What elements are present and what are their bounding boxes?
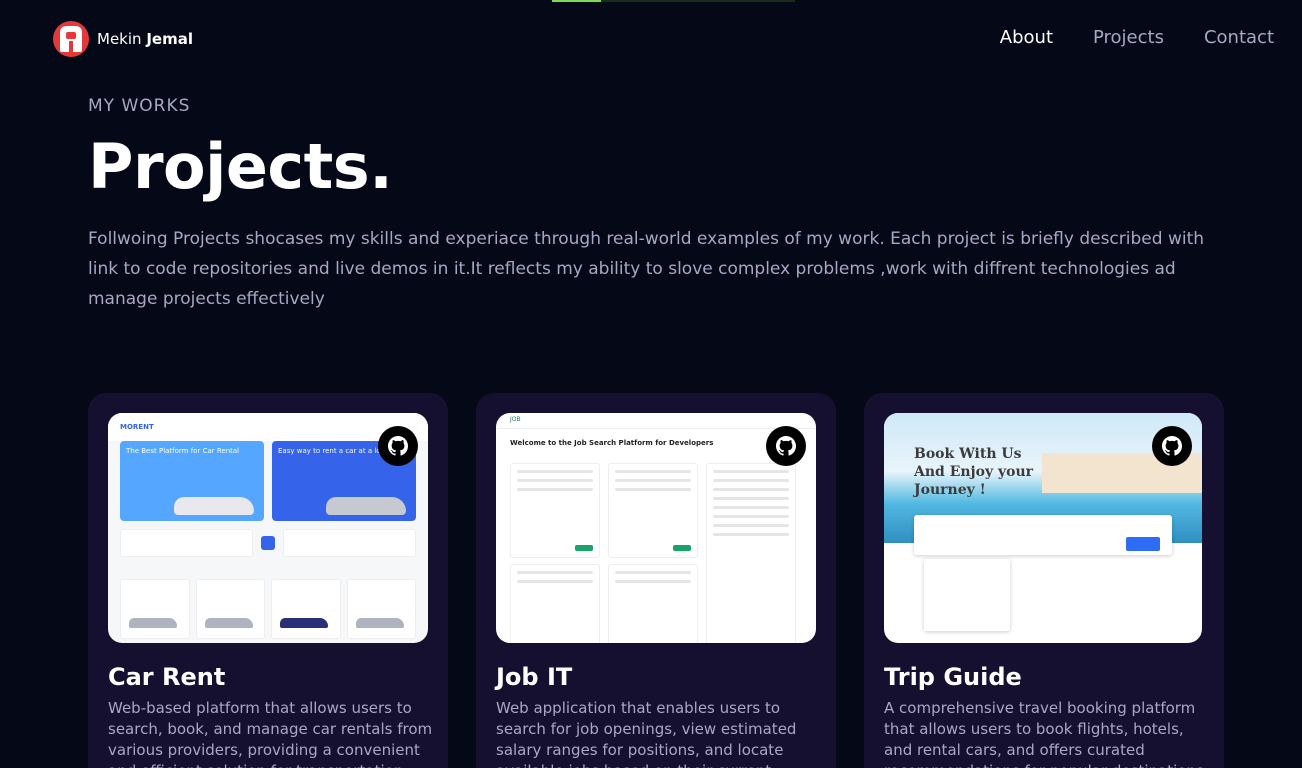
project-preview-image[interactable]: JOB Welcome to the Job Search Platform f… — [496, 413, 816, 643]
nav-link-about[interactable]: About — [1000, 27, 1053, 48]
project-description: Web-based platform that allows users to … — [108, 699, 433, 768]
project-description: Web application that enables users to se… — [496, 699, 797, 768]
project-card-trip-guide: Book With Us And Enjoy your Journey ! Tr… — [864, 393, 1224, 768]
project-title: Car Rent — [108, 663, 226, 691]
github-button[interactable] — [1152, 426, 1192, 466]
github-button[interactable] — [766, 426, 806, 466]
brand-name: Mekin Jemal — [97, 30, 193, 48]
nav-link-projects[interactable]: Projects — [1093, 27, 1164, 48]
github-button[interactable] — [378, 426, 418, 466]
project-preview-image[interactable]: MORENT The Best Platform for Car Rental … — [108, 413, 428, 643]
nav-links: About Projects Contact — [1000, 27, 1274, 48]
navbar: Mekin Jemal About Projects Contact — [0, 0, 1302, 78]
project-preview-image[interactable]: Book With Us And Enjoy your Journey ! — [884, 413, 1202, 643]
project-title: Trip Guide — [884, 663, 1022, 691]
nav-link-contact[interactable]: Contact — [1204, 27, 1274, 48]
brand-last-name: Jemal — [146, 30, 193, 48]
project-card-job-it: JOB Welcome to the Job Search Platform f… — [476, 393, 836, 768]
preview-banner: The Best Platform for Car Rental — [120, 441, 264, 521]
intro-paragraph: Follwoing Projects shocases my skills an… — [88, 229, 1205, 309]
page-title: Projects. — [88, 130, 393, 203]
github-icon — [388, 436, 408, 456]
project-card-car-rent: MORENT The Best Platform for Car Rental … — [88, 393, 448, 768]
brand-link[interactable]: Mekin Jemal — [53, 21, 193, 57]
project-title: Job IT — [496, 663, 573, 691]
logo-icon — [53, 21, 89, 57]
preview-headline: Book With Us And Enjoy your Journey ! — [914, 446, 1033, 498]
preview-brand: JOB — [496, 413, 816, 429]
section-subtitle: MY WORKS — [88, 96, 191, 116]
github-icon — [776, 436, 796, 456]
preview-banner-text: The Best Platform for Car Rental — [126, 447, 240, 455]
project-description: A comprehensive travel booking platform … — [884, 699, 1209, 768]
brand-first-name: Mekin — [97, 30, 142, 48]
github-icon — [1162, 436, 1182, 456]
